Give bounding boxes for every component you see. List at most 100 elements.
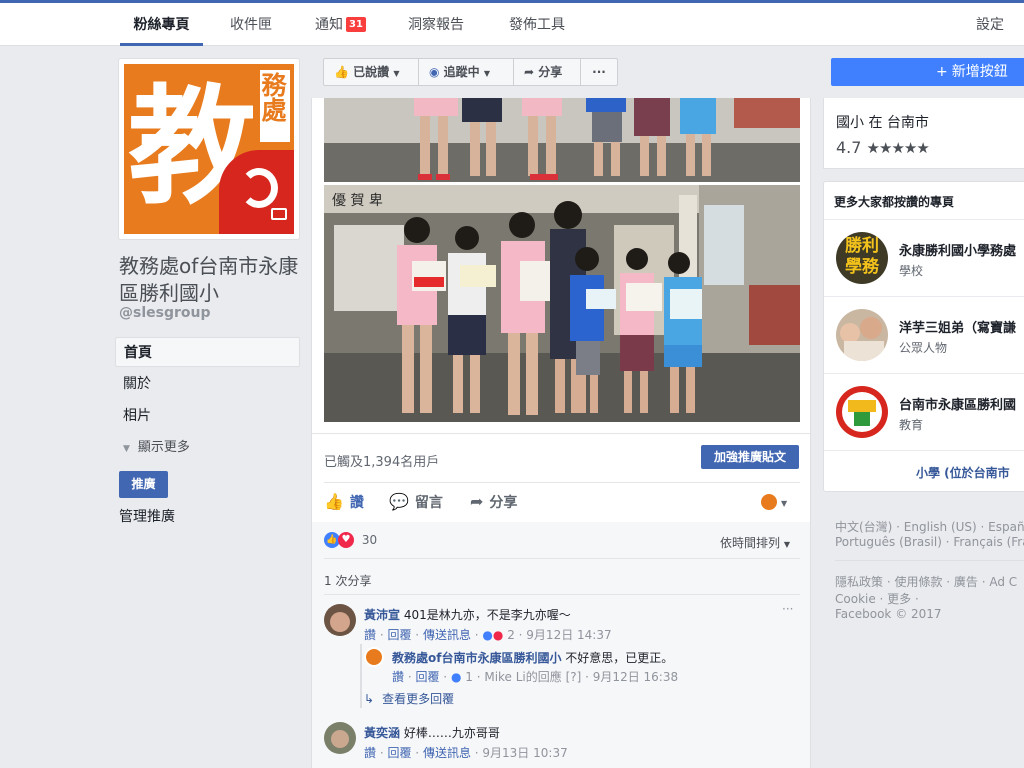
- notification-count-badge: 31: [346, 17, 366, 32]
- comment-reaction-count[interactable]: 2: [507, 628, 515, 642]
- comment-message-link[interactable]: 傳送訊息: [423, 746, 471, 760]
- more-replies-link[interactable]: ↳ 查看更多回覆: [364, 690, 454, 707]
- more-liked-pages-link[interactable]: 小學 (位於台南市: [916, 464, 1010, 481]
- page-avatar-icon: [761, 494, 777, 510]
- love-reaction-icon: ♥: [338, 532, 354, 548]
- comment-reply-link[interactable]: 回覆: [387, 628, 411, 642]
- help-link[interactable]: [?]: [566, 670, 582, 684]
- liked-page-category: 學校: [899, 264, 924, 278]
- sidebar-item-photos[interactable]: 相片: [115, 401, 300, 431]
- tab-publishing-tools[interactable]: 發佈工具: [509, 3, 565, 46]
- manage-promotions-link[interactable]: 管理推廣: [119, 506, 175, 526]
- reply-meta: 讚 · 回覆 · ● 1 · Mike Li的回應 [?] · 9月12日 16…: [392, 670, 679, 684]
- comment-meta: 讚 · 回覆 · 傳送訊息 · ●● 2 · 9月12日 14:37: [364, 628, 612, 642]
- more-options-button[interactable]: ···: [580, 58, 618, 86]
- page-profile-picture[interactable]: 教 務處: [118, 58, 300, 240]
- footer-links-row-2[interactable]: Cookie · 更多 ·: [835, 590, 919, 607]
- tab-settings[interactable]: 設定: [976, 3, 1004, 46]
- comment-body: 黃沛宣 401是林九亦，不是李九亦喔～: [364, 606, 571, 623]
- liked-page-avatar: [836, 386, 888, 438]
- sort-comments-dropdown[interactable]: 依時間排列 ▼: [720, 534, 790, 551]
- post-photo-main[interactable]: 優 賀 卑: [324, 185, 800, 422]
- commenter-name[interactable]: 黃沛宣: [364, 608, 400, 622]
- liked-page-item[interactable]: 勝利學務 永康勝利國小學務處 學校: [824, 219, 1024, 297]
- commenter-avatar[interactable]: [324, 722, 356, 754]
- language-links-row-2[interactable]: Português (Brasil) · Français (Fra: [835, 535, 1024, 549]
- chevron-down-icon: ▼: [123, 444, 130, 454]
- liked-page-name: 永康勝利國小學務處: [899, 244, 1017, 259]
- liked-page-category: 公眾人物: [899, 341, 948, 355]
- like-action[interactable]: 👍 讚: [324, 492, 364, 513]
- reaction-count: 30: [361, 532, 378, 547]
- show-more-label: 顯示更多: [137, 440, 190, 455]
- tab-page[interactable]: 粉絲專頁: [120, 3, 203, 46]
- following-button[interactable]: ◉ 追蹤中 ▼: [418, 58, 514, 86]
- reactions-and-comments: 👍 ♥ 30 依時間排列 ▼ 1 次分享 黃沛宣 401是林九亦，不是李九亦喔～ …: [312, 522, 810, 768]
- divider: [835, 560, 1024, 561]
- reply-body: 教務處of台南市永康區勝利國小 不好意思，已更正。: [392, 649, 673, 666]
- caret-down-icon: ▼: [483, 69, 491, 78]
- liked-page-name: 台南市永康區勝利國: [899, 398, 1017, 413]
- reply-like-link[interactable]: 讚: [392, 670, 404, 684]
- add-button-button[interactable]: + 新增按鈕: [831, 58, 1024, 86]
- liked-page-item[interactable]: 台南市永康區勝利國 教育: [824, 373, 1024, 451]
- thumbs-up-icon: 👍: [324, 492, 344, 511]
- reaction-summary[interactable]: 👍 ♥ 30: [324, 532, 377, 548]
- photo-sign-text: 優 賀 卑: [332, 192, 383, 209]
- promote-button[interactable]: 推廣: [119, 471, 168, 498]
- comment-action[interactable]: 💬 留言: [389, 492, 443, 513]
- page-category[interactable]: 國小 在 台南市: [836, 112, 929, 132]
- reply-text: 不好意思，已更正。: [565, 651, 674, 665]
- share-count-link[interactable]: 1 次分享: [324, 572, 371, 589]
- liked-page-item[interactable]: 洋芋三姐弟（寫寶謙 公眾人物: [824, 296, 1024, 374]
- post-photo-top[interactable]: [324, 98, 800, 182]
- reply-thread-line: [360, 644, 362, 708]
- share-action[interactable]: ➦ 分享: [470, 492, 517, 513]
- rating-row[interactable]: 4.7 ★★★★★: [836, 138, 930, 157]
- show-more-link[interactable]: ▼ 顯示更多: [123, 436, 190, 455]
- reply-reaction-count[interactable]: 1: [465, 670, 473, 684]
- sidebar-item-about[interactable]: 關於: [115, 369, 300, 399]
- language-links-row-1[interactable]: 中文(台灣) · English (US) · Españ: [835, 518, 1024, 535]
- comment-text: 401是林九亦，不是李九亦喔～: [403, 608, 571, 622]
- comment-message-link[interactable]: 傳送訊息: [423, 628, 471, 642]
- tab-notifications[interactable]: 通知 31: [315, 3, 366, 46]
- commenter-name[interactable]: 黃奕涵: [364, 726, 400, 740]
- commenter-avatar[interactable]: [324, 604, 356, 636]
- post-reach-stat[interactable]: 已觸及1,394名用戶: [324, 451, 439, 470]
- page-handle[interactable]: @slesgroup: [119, 305, 211, 321]
- sidebar-item-home[interactable]: 首頁: [115, 337, 300, 367]
- liked-page-name: 洋芋三姐弟（寫寶謙: [899, 321, 1017, 336]
- liked-button[interactable]: 👍 已說讚 ▼: [323, 58, 419, 86]
- reply-reply-link[interactable]: 回覆: [415, 670, 439, 684]
- comment-like-link[interactable]: 讚: [364, 746, 376, 760]
- like-love-reaction-icons: ●: [482, 628, 493, 642]
- comment-reply-link[interactable]: 回覆: [387, 746, 411, 760]
- liked-pages-card: 更多大家都按讚的專頁 勝利學務 永康勝利國小學務處 學校 洋芋三姐弟（寫寶謙 公…: [823, 181, 1024, 492]
- comment-time[interactable]: 9月13日 10:37: [482, 746, 567, 760]
- caret-down-icon: ▼: [393, 69, 400, 78]
- reply-author-name[interactable]: 教務處of台南市永康區勝利國小: [392, 651, 561, 665]
- reply-time[interactable]: 9月12日 16:38: [593, 670, 678, 684]
- comment-like-link[interactable]: 讚: [364, 628, 376, 642]
- page-logo-small-text: 務處: [258, 72, 287, 122]
- tab-insights[interactable]: 洞察報告: [408, 3, 464, 46]
- comment-options-icon[interactable]: ···: [782, 602, 793, 616]
- tab-inbox[interactable]: 收件匣: [230, 3, 272, 46]
- thumbs-up-icon: 👍: [334, 65, 349, 79]
- more-replies-label: 查看更多回覆: [382, 692, 455, 706]
- like-action-label: 讚: [349, 495, 364, 511]
- plus-icon: +: [936, 64, 948, 80]
- tab-notifications-label: 通知: [315, 17, 343, 33]
- divider: [324, 482, 800, 483]
- camera-icon[interactable]: [271, 208, 287, 220]
- footer-links-row-1[interactable]: 隱私政策 · 使用條款 · 廣告 · Ad C: [835, 573, 1017, 590]
- boost-post-button[interactable]: 加強推廣貼文: [701, 445, 799, 469]
- divider: [312, 433, 810, 434]
- page-title[interactable]: 教務處of台南市永康區勝利國小: [119, 253, 299, 307]
- post-as-selector[interactable]: ▼: [761, 492, 787, 514]
- liked-label: 已說讚: [353, 65, 390, 79]
- share-page-button[interactable]: ➦ 分享: [513, 58, 581, 86]
- page-reply-avatar[interactable]: [364, 647, 384, 667]
- comment-time[interactable]: 9月12日 14:37: [526, 628, 611, 642]
